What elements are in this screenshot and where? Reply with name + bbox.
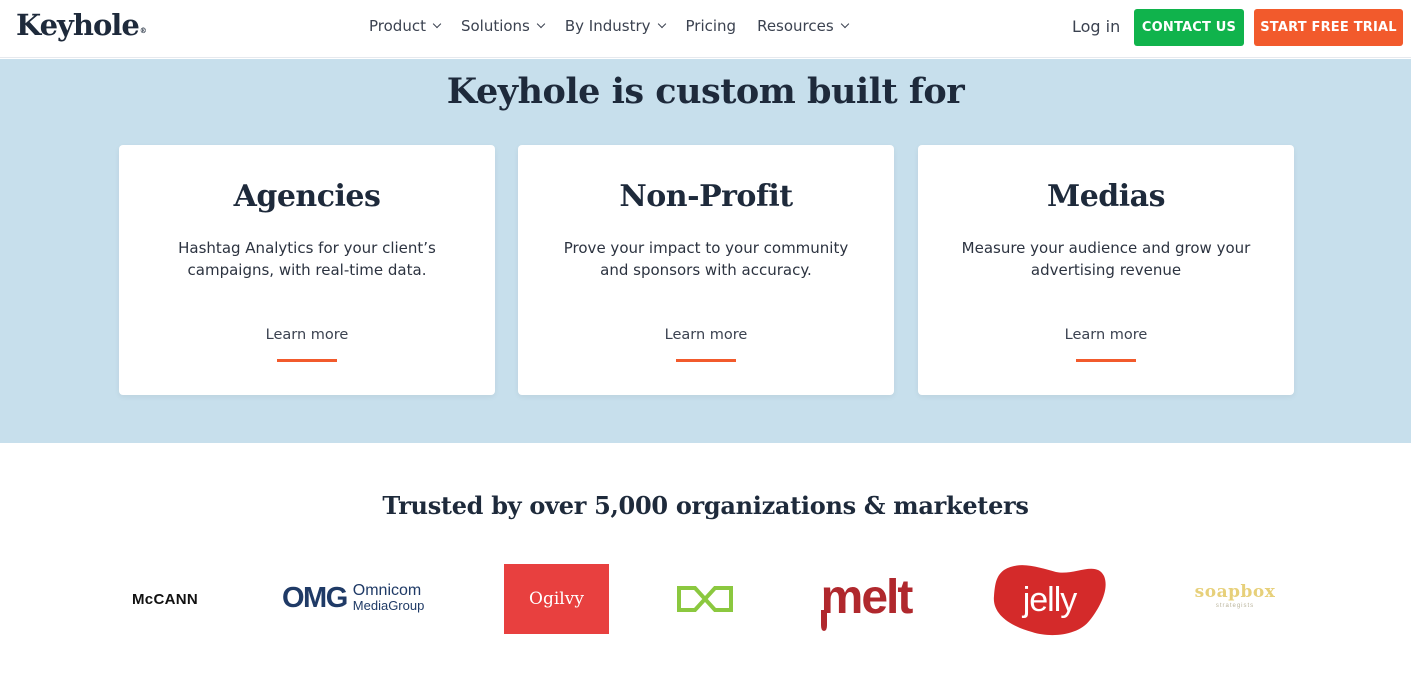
omg-line-1: Omnicom	[352, 582, 422, 599]
drip-icon	[821, 610, 827, 631]
learn-more-link[interactable]: Learn more	[518, 327, 894, 343]
card-description: Hashtag Analytics for your client’s camp…	[178, 239, 436, 279]
login-link[interactable]: Log in	[1072, 17, 1120, 36]
mccann-logo: McCANN	[120, 585, 210, 613]
jelly-wordmark: jelly	[1022, 580, 1078, 619]
nav-item-solutions[interactable]: Solutions	[460, 17, 546, 35]
site-header: Keyhole® Product Solutions By Industry P…	[0, 0, 1411, 58]
card-agencies: Agencies Hashtag Analytics for your clie…	[119, 145, 495, 395]
mccann-wordmark: McCANN	[132, 590, 198, 608]
ogilvy-wordmark: Ogilvy	[529, 589, 584, 609]
brand-name: Keyhole	[16, 8, 140, 42]
nav-label: Product	[369, 17, 426, 35]
chevron-down-icon	[536, 19, 546, 29]
nav-item-by-industry[interactable]: By Industry	[564, 17, 666, 35]
main-nav: Product Solutions By Industry Pricing Re…	[369, 17, 849, 35]
soapbox-subtitle: strategists	[1215, 603, 1255, 609]
omg-mark: OMG	[282, 581, 348, 614]
link-underline	[676, 359, 736, 362]
nav-item-product[interactable]: Product	[369, 17, 442, 35]
soapbox-logo: soapbox strategists	[1180, 584, 1290, 614]
omg-text: Omnicom MediaGroup	[352, 582, 425, 614]
nav-item-pricing[interactable]: Pricing	[686, 17, 737, 35]
card-medias: Medias Measure your audience and grow yo…	[918, 145, 1294, 395]
link-underline	[1076, 359, 1136, 362]
keyhole-logo[interactable]: Keyhole®	[16, 8, 147, 42]
lime-infinity-logo	[674, 584, 736, 614]
chevron-down-icon	[657, 19, 666, 29]
chevron-down-icon	[840, 19, 849, 29]
brand-mark: ®	[139, 26, 147, 35]
nav-item-resources[interactable]: Resources	[757, 17, 849, 35]
card-title: Medias	[1047, 179, 1166, 214]
card-description: Measure your audience and grow your adve…	[961, 239, 1251, 279]
soapbox-wordmark: soapbox	[1194, 582, 1276, 602]
nav-label: Solutions	[460, 17, 530, 35]
omnicom-logo: OMG Omnicom MediaGroup	[282, 578, 446, 618]
ogilvy-logo: Ogilvy	[504, 564, 609, 634]
nav-label: Resources	[757, 17, 834, 35]
custom-built-section: Keyhole is custom built for Agencies Has…	[0, 59, 1411, 443]
jelly-logo: jelly	[992, 562, 1107, 636]
section-title: Keyhole is custom built for	[446, 71, 965, 112]
nav-label: Pricing	[685, 17, 737, 35]
learn-more-link[interactable]: Learn more	[918, 327, 1294, 343]
omg-line-2: MediaGroup	[352, 598, 425, 613]
card-non-profit: Non-Profit Prove your impact to your com…	[518, 145, 894, 395]
melt-wordmark: melt	[820, 571, 914, 624]
start-free-trial-button[interactable]: START FREE TRIAL	[1254, 9, 1403, 46]
melt-logo: melt	[815, 562, 917, 634]
infinity-mark-icon	[677, 586, 733, 612]
card-description: Prove your impact to your community and …	[563, 239, 849, 279]
contact-us-button[interactable]: CONTACT US	[1134, 9, 1244, 46]
nav-label: By Industry	[564, 17, 651, 35]
link-underline	[277, 359, 337, 362]
card-title: Non-Profit	[619, 179, 793, 214]
learn-more-link[interactable]: Learn more	[119, 327, 495, 343]
trusted-title: Trusted by over 5,000 organizations & ma…	[382, 491, 1029, 520]
chevron-down-icon	[432, 19, 442, 29]
card-title: Agencies	[233, 179, 381, 214]
